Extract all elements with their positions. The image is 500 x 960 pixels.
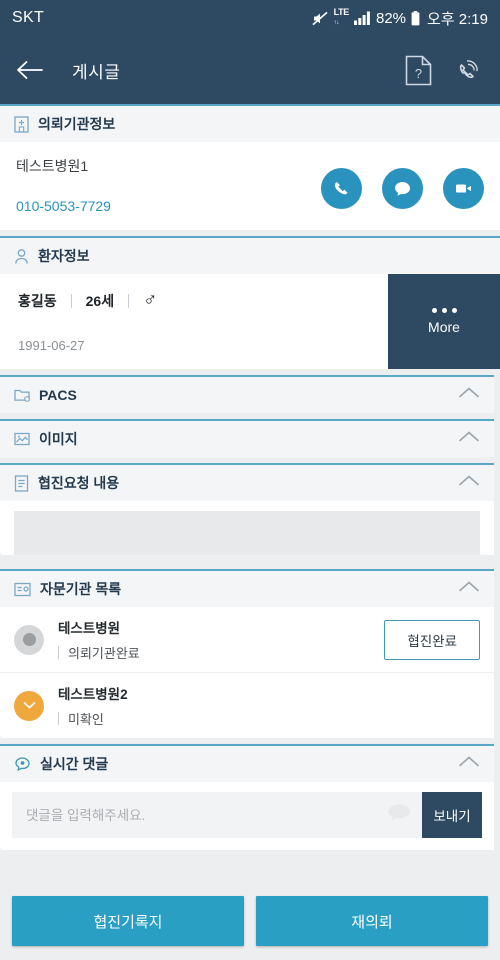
more-dots-icon [431,308,457,313]
patient-info-card: 환자정보 홍길동 26세 ♂ 1991-06-27 More [0,236,500,369]
divider [58,712,59,725]
back-arrow-icon[interactable] [16,59,46,81]
status-badge: 의뢰기관완료 [68,646,140,661]
call-button[interactable] [321,167,362,209]
comment-bubble-icon [14,756,31,773]
battery-icon [411,10,420,26]
comments-label: 실시간 댓글 [40,756,109,772]
comments-card: 실시간 댓글 보내기 [0,744,494,850]
patient-age: 26세 [85,293,115,309]
lte-icon: LTE ↑↓ [333,7,350,27]
request-content-header[interactable]: 협진요청 내용 [0,463,494,501]
institution-name: 테스트병원 [58,621,121,636]
pacs-card: PACS [0,375,494,413]
chevron-up-icon[interactable] [458,580,480,598]
pacs-label: PACS [39,387,77,403]
male-symbol-icon: ♂ [143,290,158,311]
avatar [14,624,44,655]
person-icon [14,248,29,265]
svg-text:?: ? [415,66,422,81]
comments-header[interactable]: 실시간 댓글 [0,744,494,782]
more-label: More [428,319,460,335]
status-badge: 미확인 [68,712,104,727]
divider [58,646,59,659]
send-comment-button[interactable]: 보내기 [422,792,482,838]
hospital-phone[interactable]: 010-5053-7729 [16,198,111,214]
hospital-contact-actions [321,162,484,209]
note-icon [14,474,29,492]
carrier-label: SKT [12,9,45,26]
table-row[interactable]: 테스트병원 의뢰기관완료 협진완료 [0,607,494,673]
pacs-header[interactable]: PACS [0,375,494,413]
institution-list-header[interactable]: 자문기관 목록 [0,569,494,607]
institution-list-card: 자문기관 목록 테스트병원 의뢰기관완료 협진완료 테스트병원2 미확인 [0,569,494,738]
hospital-info-header[interactable]: 의뢰기관정보 [0,104,500,142]
request-content-empty-box [14,511,480,555]
patient-name: 홍길동 [18,293,57,309]
patient-info-label: 환자정보 [38,248,90,264]
video-call-button[interactable] [443,167,484,209]
divider [70,294,72,308]
signal-bars-icon [354,11,371,25]
table-row[interactable]: 테스트병원2 미확인 [0,673,494,738]
bottom-action-bar: 협진기록지 재의뢰 [0,882,500,960]
chat-button[interactable] [382,167,423,209]
chevron-up-icon[interactable] [458,386,480,404]
patient-dob: 1991-06-27 [18,338,85,353]
consult-complete-button[interactable]: 협진완료 [384,619,480,660]
hospital-name: 테스트병원1 [16,158,89,174]
page-title: 게시글 [72,62,121,82]
status-bar: SKT LTE ↑↓ 82% 오후 2:19 [0,0,500,36]
request-content-label: 협진요청 내용 [38,475,120,491]
app-bar-actions: ? [405,55,484,86]
patient-more-button[interactable]: More [388,274,500,369]
image-label: 이미지 [39,431,78,447]
image-card: 이미지 [0,419,494,457]
ringing-phone-icon[interactable] [454,55,484,85]
hospital-info-body: 테스트병원1 010-5053-7729 [0,142,500,230]
patient-info-body: 홍길동 26세 ♂ 1991-06-27 More [0,274,500,369]
hospital-info-card: 의뢰기관정보 테스트병원1 010-5053-7729 [0,104,500,230]
chevron-up-icon[interactable] [458,430,480,448]
document-question-icon[interactable]: ? [405,55,432,86]
chat-bubble-watermark-icon [386,803,412,828]
hospital-info-label: 의뢰기관정보 [38,116,116,132]
avatar [14,690,44,721]
app-root: SKT LTE ↑↓ 82% 오후 2:19 게시글 ? 의뢰기관정보 테스트병… [0,0,500,960]
chevron-up-icon[interactable] [458,755,480,773]
consult-record-button[interactable]: 협진기록지 [12,896,244,946]
comment-input[interactable] [12,792,422,838]
hospital-building-icon [14,115,29,133]
pacs-folder-icon [14,387,30,403]
institution-list-icon [14,582,31,597]
institution-name: 테스트병원2 [58,687,128,702]
scroll-content[interactable]: 의뢰기관정보 테스트병원1 010-5053-7729 환자정보 홍길동 26세… [0,104,500,882]
re-request-button[interactable]: 재의뢰 [256,896,488,946]
battery-percent: 82% [376,9,407,27]
divider [128,294,130,308]
clock-label: 오후 2:19 [427,10,488,28]
app-bar: 게시글 ? [0,36,500,104]
chevron-up-icon[interactable] [458,474,480,492]
image-header[interactable]: 이미지 [0,419,494,457]
institution-list-label: 자문기관 목록 [40,581,122,597]
status-icons: LTE ↑↓ 82% 오후 2:19 [312,8,488,29]
image-icon [14,431,30,447]
request-content-card: 협진요청 내용 [0,463,494,555]
mute-icon [312,11,329,26]
comment-input-bar: 보내기 [0,782,494,850]
patient-info-header[interactable]: 환자정보 [0,236,500,274]
